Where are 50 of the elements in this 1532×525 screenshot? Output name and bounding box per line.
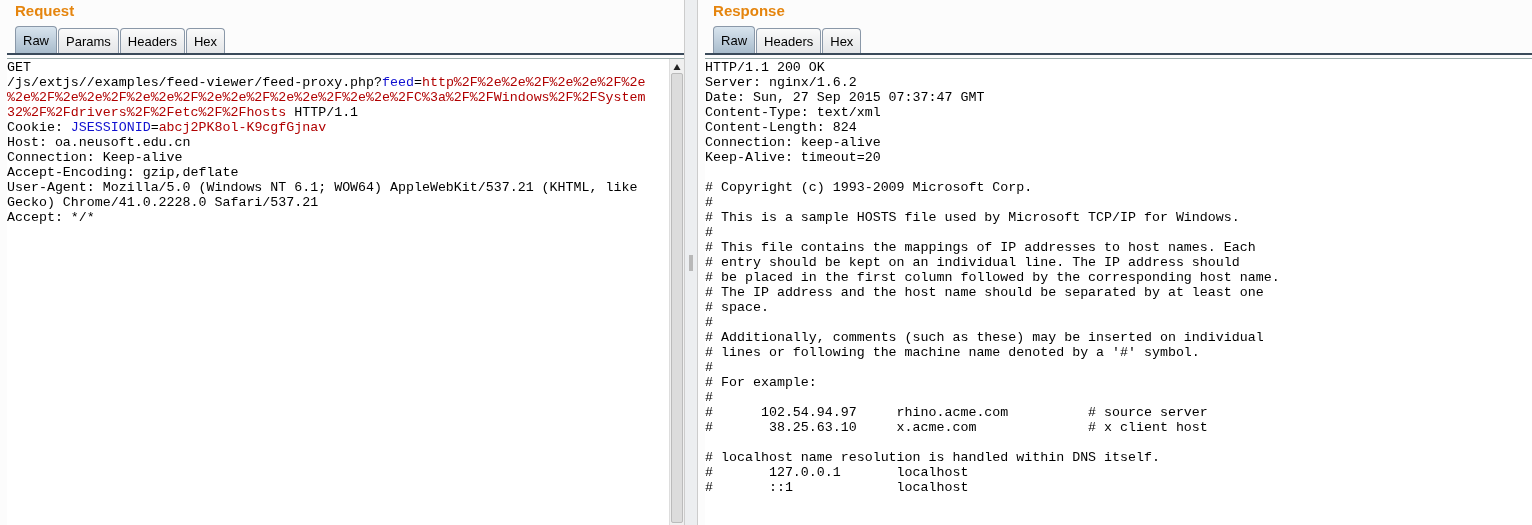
code-line: Accept: */*	[7, 210, 96, 225]
text-editor[interactable]	[7, 58, 685, 525]
tab[interactable]: Hex	[185, 28, 226, 53]
code-line: Connection: Keep-alive	[7, 150, 184, 165]
code-line: # This file contains the mappings of IP addresses to host names. Each	[705, 240, 1257, 255]
code-line: /js/extjs//examples/feed-viewer/feed-proxy.php?feed=http%2F%2e%2e%2F%2e%2e%2F%2e	[7, 75, 647, 90]
code-line: # 127.0.0.1 localhost	[705, 465, 970, 480]
tab[interactable]: Raw	[713, 26, 756, 53]
code-line: # lines or following the machine name denoted by a '#' symbol.	[705, 345, 1201, 360]
code-line: %2e%2F%2e%2e%2F%2e%2e%2F%2e%2e%2F%2e%2e%2F%2e%2e%2FC%3a%2F%2FWindows%2F%2FSystem	[7, 90, 647, 105]
code-line: # This is a sample HOSTS file used by Microsoft TCP/IP for Windows.	[705, 210, 1241, 225]
code-line: # Copyright (c) 1993-2009 Microsoft Corp.	[705, 180, 1034, 195]
code-line: #	[705, 195, 715, 210]
code-line: #	[705, 390, 715, 405]
code-line: # space.	[705, 300, 770, 315]
code-line: Cookie: JSESSIONID=abcj2PK8ol-K9cgfGjnav	[7, 120, 328, 135]
code-line: User-Agent: Mozilla/5.0 (Windows NT 6.1; WOW64) AppleWebKit/537.21 (KHTML, like	[7, 180, 639, 195]
code-line: Accept-Encoding: gzip,deflate	[7, 165, 240, 180]
code-line: Keep-Alive: timeout=20	[705, 150, 882, 165]
code-line: # 102.54.94.97 rhino.acme.com # source server	[705, 405, 1209, 420]
code-line: Server: nginx/1.6.2	[705, 75, 858, 90]
tab[interactable]: Headers	[756, 28, 822, 53]
scrollbar[interactable]	[669, 59, 685, 525]
code-line: Date: Sun, 27 Sep 2015 07:37:47 GMT	[705, 90, 986, 105]
code-line: # entry should be kept on an individual line. The IP address should	[705, 255, 1241, 270]
code-line: # For example:	[705, 375, 818, 390]
up-arrow-icon[interactable]	[673, 63, 682, 71]
code-line: # The IP address and the host name should be separated by at least one	[705, 285, 1265, 300]
code-line: #	[705, 360, 715, 375]
code-line: # localhost name resolution is handled within DNS itself.	[705, 450, 1161, 465]
code-line: Content-Length: 824	[705, 120, 858, 135]
code-line: # Additionally, comments (such as these) may be inserted on individual	[705, 330, 1265, 345]
tab[interactable]: Params	[58, 28, 119, 53]
code-line: Host: oa.neusoft.edu.cn	[7, 135, 192, 150]
tab[interactable]: Raw	[15, 26, 57, 53]
code-line: # be placed in the first column followed by the corresponding host name.	[705, 270, 1281, 285]
code-line: #	[705, 225, 715, 240]
code-line: #	[705, 315, 715, 330]
code-line: # ::1 localhost	[705, 480, 970, 495]
tab[interactable]: Headers	[119, 28, 185, 53]
code-line: 32%2F%2Fdrivers%2F%2Fetc%2F%2Fhosts HTTP/1.1	[7, 105, 360, 120]
code-line: Content-Type: text/xml	[705, 105, 882, 120]
code-line: Connection: keep-alive	[705, 135, 882, 150]
panel-title: Response	[712, 1, 786, 21]
code-line: HTTP/1.1 200 OK	[705, 60, 826, 75]
code-line: # 38.25.63.10 x.acme.com # x client host	[705, 420, 1209, 435]
code-line: GET	[7, 60, 32, 75]
code-line: Gecko) Chrome/41.0.2228.0 Safari/537.21	[7, 195, 320, 210]
tab[interactable]: Hex	[822, 28, 862, 53]
panel-title: Request	[14, 1, 76, 21]
